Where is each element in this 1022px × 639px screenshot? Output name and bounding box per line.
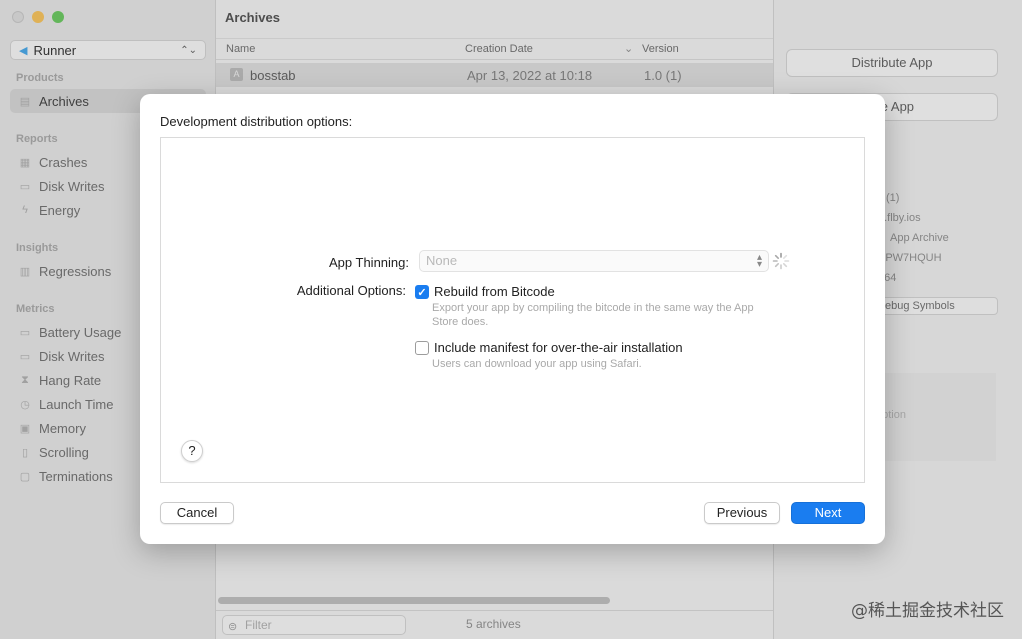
- watermark-text: @稀土掘金技术社区: [851, 601, 1004, 621]
- app-thinning-select[interactable]: None ▴ ▾: [419, 250, 769, 272]
- checkmark-icon: ✓: [417, 286, 427, 299]
- rebuild-bitcode-title: Rebuild from Bitcode: [434, 284, 555, 299]
- cancel-button[interactable]: Cancel: [160, 502, 234, 524]
- rebuild-bitcode-checkbox[interactable]: ✓: [415, 285, 429, 299]
- next-button[interactable]: Next: [791, 502, 865, 524]
- rebuild-bitcode-description: Export your app by compiling the bitcode…: [432, 302, 754, 328]
- app-thinning-value: None: [426, 253, 458, 268]
- distribution-options-sheet: Development distribution options: App Th…: [140, 94, 885, 544]
- app-thinning-label: App Thinning:: [329, 255, 409, 270]
- include-manifest-checkbox[interactable]: [415, 341, 429, 355]
- chevron-updown-icon: ▴ ▾: [756, 252, 762, 270]
- sheet-title: Development distribution options:: [160, 114, 353, 129]
- additional-options-label: Additional Options:: [296, 283, 406, 298]
- previous-button[interactable]: Previous: [704, 502, 780, 524]
- include-manifest-title: Include manifest for over-the-air instal…: [434, 340, 683, 355]
- help-button[interactable]: ?: [181, 440, 203, 462]
- loading-spinner-icon: [772, 252, 790, 270]
- options-panel: App Thinning: None ▴ ▾ Additional Options…: [160, 137, 865, 483]
- include-manifest-description: Users can download your app using Safari…: [432, 358, 642, 370]
